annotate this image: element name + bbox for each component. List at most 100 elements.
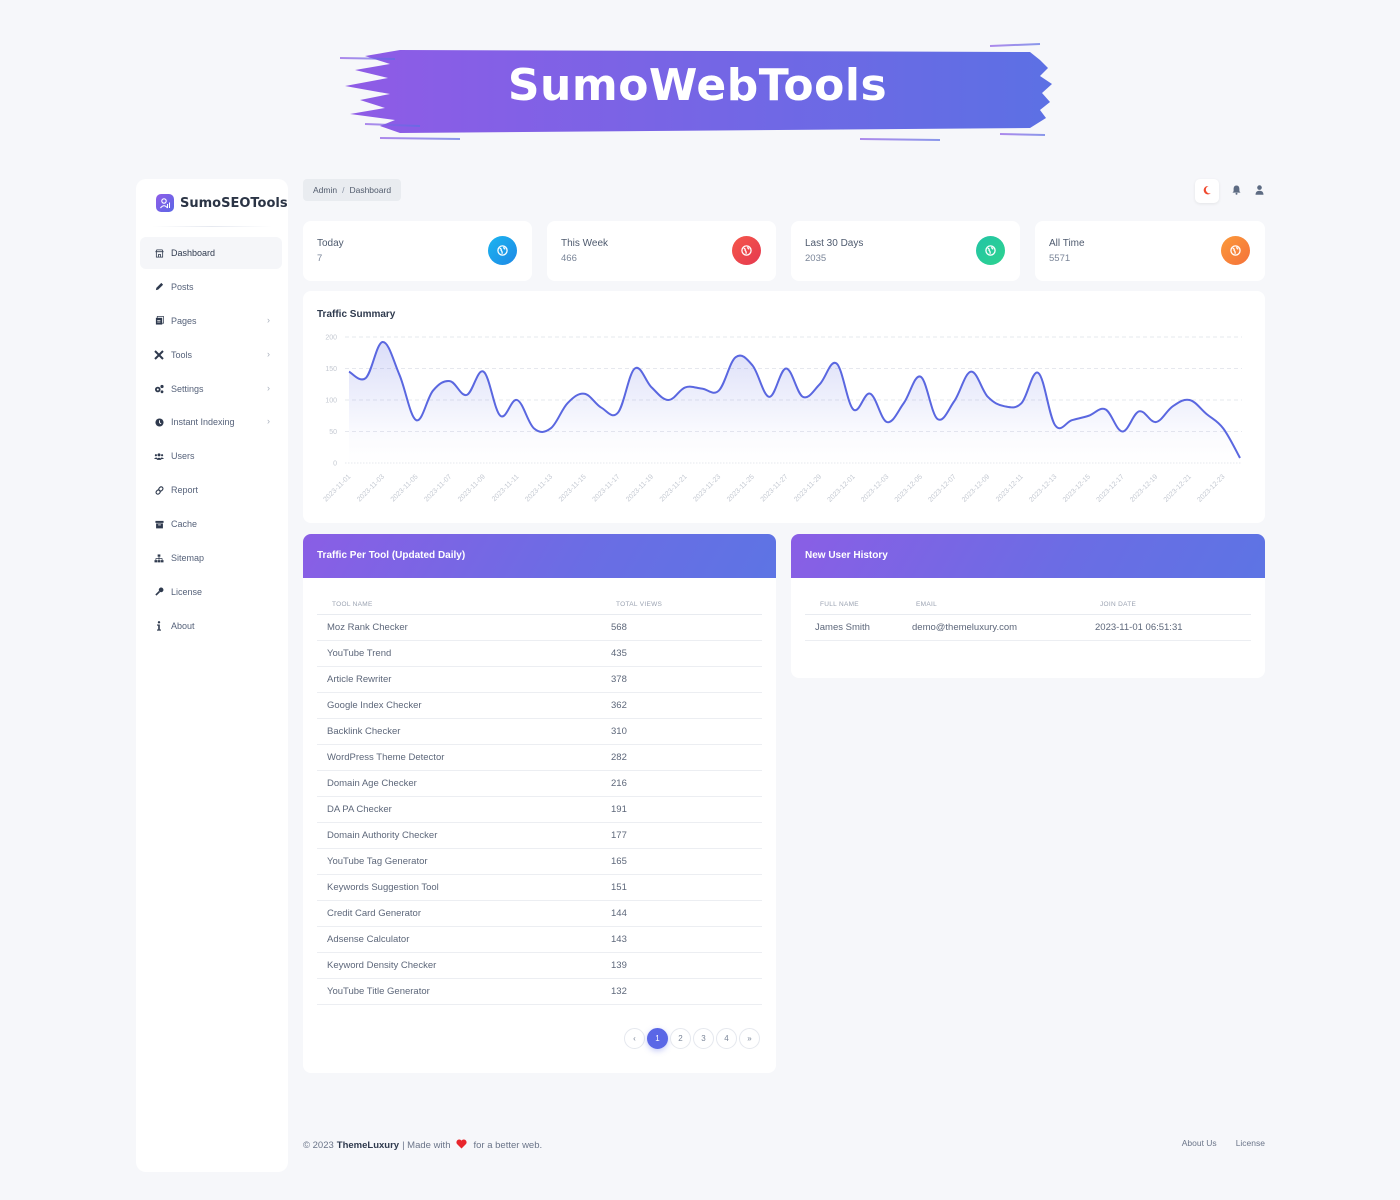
footer-brand-link[interactable]: ThemeLuxury bbox=[337, 1140, 399, 1151]
data-point[interactable] bbox=[413, 417, 419, 423]
data-point[interactable] bbox=[884, 419, 890, 425]
brand-divider bbox=[152, 226, 272, 227]
data-point[interactable] bbox=[766, 394, 772, 400]
sidebar-item-pages[interactable]: Pages › bbox=[140, 305, 282, 337]
tool-views: 435 bbox=[611, 648, 627, 659]
data-point[interactable] bbox=[346, 369, 352, 375]
data-point[interactable] bbox=[1170, 403, 1176, 409]
sidebar-item-posts[interactable]: Posts bbox=[140, 271, 282, 303]
footer-link-license[interactable]: License bbox=[1236, 1138, 1265, 1148]
data-point[interactable] bbox=[699, 386, 705, 392]
data-point[interactable] bbox=[548, 425, 554, 431]
data-point[interactable] bbox=[531, 425, 537, 431]
data-point[interactable] bbox=[649, 384, 655, 390]
sidebar-item-about[interactable]: About bbox=[140, 610, 282, 642]
data-point[interactable] bbox=[733, 354, 739, 360]
data-point[interactable] bbox=[951, 398, 957, 404]
data-point[interactable] bbox=[665, 397, 671, 403]
dashboard-icon bbox=[154, 248, 164, 258]
data-point[interactable] bbox=[682, 384, 688, 390]
data-point[interactable] bbox=[1187, 397, 1193, 403]
sidebar-item-dashboard[interactable]: Dashboard bbox=[140, 237, 282, 269]
sidebar-item-instant-indexing[interactable]: Instant Indexing › bbox=[140, 406, 282, 438]
data-point[interactable] bbox=[632, 366, 638, 372]
data-point[interactable] bbox=[1052, 422, 1058, 428]
brand-logo-icon bbox=[156, 194, 174, 212]
column-header-tool-name[interactable]: TOOL NAME bbox=[317, 601, 616, 608]
data-point[interactable] bbox=[749, 362, 755, 368]
data-point[interactable] bbox=[396, 372, 402, 378]
sidebar-item-settings[interactable]: Settings › bbox=[140, 373, 282, 405]
data-point[interactable] bbox=[918, 374, 924, 380]
data-point[interactable] bbox=[447, 378, 453, 384]
data-point[interactable] bbox=[783, 366, 789, 372]
notifications-button[interactable] bbox=[1230, 185, 1242, 197]
pagination-page-1[interactable]: 1 bbox=[647, 1028, 668, 1049]
data-point[interactable] bbox=[1069, 417, 1075, 423]
column-header-join-date[interactable]: JOIN DATE bbox=[1100, 601, 1136, 608]
data-point[interactable] bbox=[380, 339, 386, 345]
theme-toggle-button[interactable] bbox=[1195, 179, 1219, 203]
data-point[interactable] bbox=[1103, 406, 1109, 412]
sidebar-item-tools[interactable]: Tools › bbox=[140, 339, 282, 371]
data-point[interactable] bbox=[867, 391, 873, 397]
sidebar-item-sitemap[interactable]: Sitemap bbox=[140, 542, 282, 574]
table-row: YouTube Title Generator 132 bbox=[317, 979, 762, 1005]
data-point[interactable] bbox=[850, 406, 856, 412]
pagination-page-4[interactable]: 4 bbox=[716, 1028, 737, 1049]
user-icon bbox=[1255, 182, 1264, 200]
sidebar-item-label: Pages bbox=[171, 315, 197, 326]
data-point[interactable] bbox=[834, 360, 840, 366]
column-header-email[interactable]: EMAIL bbox=[916, 601, 1100, 608]
pagination-page-2[interactable]: 2 bbox=[670, 1028, 691, 1049]
data-point[interactable] bbox=[1153, 419, 1159, 425]
x-tick-label: 2023-11-29 bbox=[793, 473, 823, 503]
data-point[interactable] bbox=[985, 394, 991, 400]
data-point[interactable] bbox=[1220, 425, 1226, 431]
data-point[interactable] bbox=[581, 391, 587, 397]
data-point[interactable] bbox=[1119, 429, 1125, 435]
tool-name: Credit Card Generator bbox=[327, 908, 421, 919]
data-point[interactable] bbox=[1018, 400, 1024, 406]
breadcrumb-root[interactable]: Admin bbox=[313, 185, 337, 195]
tool-name: Keywords Suggestion Tool bbox=[327, 882, 439, 893]
data-point[interactable] bbox=[716, 388, 722, 394]
pagination-page-3[interactable]: 3 bbox=[693, 1028, 714, 1049]
data-point[interactable] bbox=[800, 394, 806, 400]
footer-link-about-us[interactable]: About Us bbox=[1182, 1138, 1217, 1148]
sidebar-item-report[interactable]: Report bbox=[140, 474, 282, 506]
data-point[interactable] bbox=[363, 375, 369, 381]
data-point[interactable] bbox=[1203, 411, 1209, 417]
data-point[interactable] bbox=[430, 388, 436, 394]
data-point[interactable] bbox=[1086, 413, 1092, 419]
data-point[interactable] bbox=[565, 400, 571, 406]
data-point[interactable] bbox=[1136, 408, 1142, 414]
new-user-history-panel: New User History FULL NAME EMAIL JOIN DA… bbox=[791, 534, 1265, 678]
data-point[interactable] bbox=[615, 410, 621, 416]
sidebar-item-license[interactable]: License bbox=[140, 576, 282, 608]
sidebar-item-users[interactable]: Users bbox=[140, 440, 282, 472]
data-point[interactable] bbox=[934, 416, 940, 422]
user-menu-button[interactable] bbox=[1253, 185, 1265, 197]
sidebar-item-cache[interactable]: Cache bbox=[140, 508, 282, 540]
data-point[interactable] bbox=[464, 392, 470, 398]
column-header-full-name[interactable]: FULL NAME bbox=[805, 601, 916, 608]
top-actions bbox=[1195, 179, 1265, 203]
data-point[interactable] bbox=[901, 400, 907, 406]
data-point[interactable] bbox=[480, 369, 486, 375]
data-point[interactable] bbox=[1002, 403, 1008, 409]
pagination-prev[interactable]: ‹ bbox=[624, 1028, 645, 1049]
data-point[interactable] bbox=[514, 397, 520, 403]
column-header-total-views[interactable]: TOTAL VIEWS bbox=[616, 601, 662, 608]
data-point[interactable] bbox=[1035, 370, 1041, 376]
chevron-right-icon: › bbox=[267, 314, 270, 325]
data-point[interactable] bbox=[968, 369, 974, 375]
data-point[interactable] bbox=[1237, 455, 1243, 461]
data-point[interactable] bbox=[497, 413, 503, 419]
pagination-next[interactable]: » bbox=[739, 1028, 760, 1049]
data-point[interactable] bbox=[817, 381, 823, 387]
data-point[interactable] bbox=[598, 405, 604, 411]
traffic-area bbox=[349, 342, 1240, 463]
users-icon bbox=[154, 451, 164, 461]
brand[interactable]: SumoSEOTools bbox=[156, 194, 288, 212]
